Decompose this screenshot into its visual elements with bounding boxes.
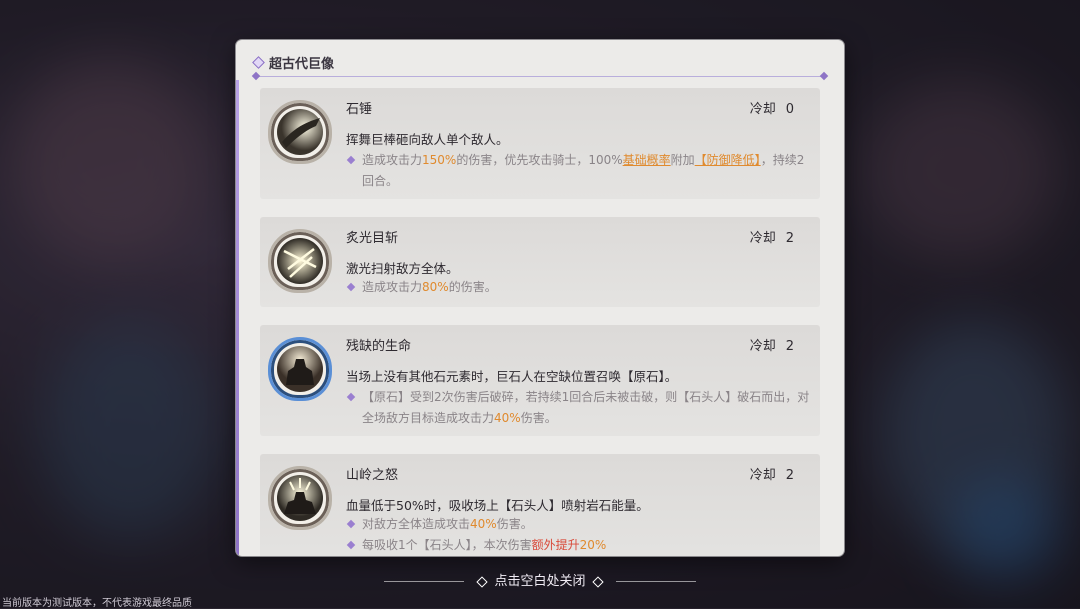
header-divider xyxy=(256,76,824,77)
effect-bullet-icon xyxy=(346,282,356,292)
skill-card: 残缺的生命 冷却 2 当场上没有其他石元素时，巨石人在空缺位置召唤【原石】。 【原… xyxy=(260,325,820,436)
cooldown: 冷却 2 xyxy=(749,339,794,354)
panel-header: 超古代巨像 xyxy=(252,52,335,72)
skill-name: 石锤 xyxy=(346,102,373,117)
close-hint-label: 点击空白处关闭 xyxy=(494,574,586,589)
skill-description: 挥舞巨棒砸向敌人单个敌人。 xyxy=(346,132,509,147)
boss-skill-panel: 超古代巨像 石锤 冷却 0 挥舞巨棒砸向敌人单个敌人。 造成攻击力150%的伤害，… xyxy=(236,40,844,556)
hint-divider-left xyxy=(384,581,465,582)
skill-effect: 造成攻击力80%的伤害。 xyxy=(346,277,812,298)
skill-name: 山岭之怒 xyxy=(346,468,399,483)
diamond-icon xyxy=(591,575,604,588)
panel-title: 超古代巨像 xyxy=(269,56,335,72)
skill-card: 炙光目斩 冷却 2 激光扫射敌方全体。 造成攻击力80%的伤害。 xyxy=(260,217,820,307)
skill-name: 炙光目斩 xyxy=(346,231,399,246)
diamond-bullet-icon xyxy=(252,55,265,69)
test-version-note: 当前版本为测试版本，不代表游戏最终品质 xyxy=(2,598,192,609)
skill-card: 石锤 冷却 0 挥舞巨棒砸向敌人单个敌人。 造成攻击力150%的伤害，优先攻击骑士… xyxy=(260,88,820,199)
cooldown: 冷却 0 xyxy=(749,102,794,117)
effect-bullet-icon xyxy=(346,392,356,402)
cooldown: 冷却 2 xyxy=(749,231,794,246)
hammer-swing-icon xyxy=(268,100,332,164)
hint-divider-right xyxy=(615,581,696,582)
cooldown: 冷却 2 xyxy=(749,468,794,483)
mountain-rage-icon xyxy=(268,466,332,530)
effect-bullet-icon xyxy=(346,540,356,550)
laser-slash-icon xyxy=(268,229,332,293)
stone-summon-icon xyxy=(268,337,332,401)
skill-effect: 对敌方全体造成攻击40%伤害。 xyxy=(346,514,812,535)
effect-bullet-icon xyxy=(346,155,356,165)
skill-list[interactable]: 石锤 冷却 0 挥舞巨棒砸向敌人单个敌人。 造成攻击力150%的伤害，优先攻击骑士… xyxy=(260,88,820,556)
skill-card: 山岭之怒 冷却 2 血量低于50%时，吸收场上【石头人】喷射岩石能量。 对敌方全体… xyxy=(260,454,820,556)
skill-name: 残缺的生命 xyxy=(346,339,412,354)
effect-bullet-icon xyxy=(346,519,356,529)
keyword-link[interactable]: 基础概率 xyxy=(623,153,671,167)
skill-description: 激光扫射敌方全体。 xyxy=(346,261,459,276)
skill-description: 当场上没有其他石元素时，巨石人在空缺位置召唤【原石】。 xyxy=(346,369,678,384)
close-hint-button[interactable]: 点击空白处关闭 xyxy=(0,570,1080,589)
diamond-icon xyxy=(476,575,489,588)
skill-effect: 每吸收1个【石头人】，本次伤害额外提升20% xyxy=(346,535,812,556)
keyword-link[interactable]: 【防御降低】 xyxy=(695,153,761,167)
skill-effect: 【原石】受到2次伤害后破碎，若持续1回合后未被击破，则【石头人】破石而出，对全场… xyxy=(346,387,812,429)
skill-description: 血量低于50%时，吸收场上【石头人】喷射岩石能量。 xyxy=(346,498,649,513)
skill-effect: 造成攻击力150%的伤害，优先攻击骑士，100%基础概率附加【防御降低】，持续2… xyxy=(346,150,812,192)
